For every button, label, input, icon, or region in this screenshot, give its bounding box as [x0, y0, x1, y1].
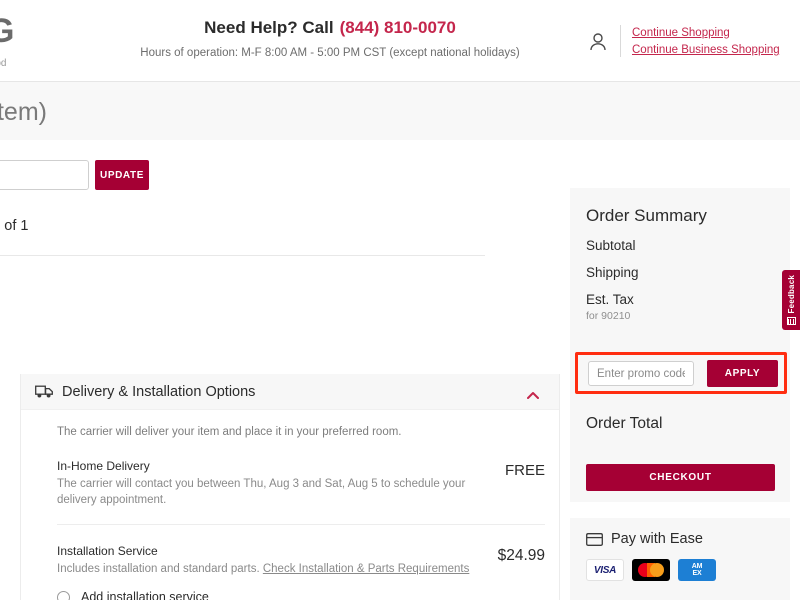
amex-line-1: AM: [691, 562, 703, 570]
in-home-delivery-desc: The carrier will contact you between Thu…: [57, 478, 466, 506]
header-divider: [620, 25, 621, 57]
radio-button-icon[interactable]: [57, 590, 70, 600]
feedback-bars-icon: [786, 317, 796, 326]
site-header: G Good Need Help? Call (844) 810-0070 Hou…: [0, 0, 800, 82]
content-divider: [0, 255, 485, 256]
in-home-delivery-option: In-Home Delivery The carrier will contac…: [57, 458, 545, 508]
promo-code-input[interactable]: [588, 361, 694, 386]
header-links: Continue Shopping Continue Business Shop…: [632, 25, 780, 59]
summary-line-shipping: Shipping: [586, 265, 639, 280]
checkout-button[interactable]: CHECKOUT: [586, 464, 775, 491]
help-phone-number[interactable]: (844) 810-0070: [340, 18, 456, 37]
zip-code-input[interactable]: [0, 160, 89, 190]
order-total-label: Order Total: [586, 415, 663, 432]
in-home-delivery-price: FREE: [504, 462, 545, 479]
installation-desc-text: Includes installation and standard parts…: [57, 563, 260, 575]
installation-service-price: $24.99: [497, 547, 545, 564]
person-icon[interactable]: [588, 31, 608, 53]
visa-logo: VISA: [586, 559, 624, 581]
mastercard-logo: [632, 559, 670, 581]
logo-mark: G: [0, 14, 14, 50]
help-prefix-text: Need Help? Call: [204, 18, 334, 37]
cart-item-count: (1 item): [0, 98, 47, 126]
installation-service-title: Installation Service: [57, 544, 158, 558]
tax-zip-note: for 90210: [586, 310, 631, 322]
add-installation-label: Add installation service: [81, 590, 209, 600]
cart-page: G Good Need Help? Call (844) 810-0070 Hou…: [0, 0, 800, 600]
help-call-line: Need Help? Call (844) 810-0070: [120, 18, 540, 38]
update-button[interactable]: UPDATE: [95, 160, 149, 190]
pay-with-ease-header: Pay with Ease: [570, 518, 790, 547]
installation-service-desc: Includes installation and standard parts…: [57, 561, 475, 577]
help-block: Need Help? Call (844) 810-0070 Hours of o…: [120, 18, 540, 59]
accepted-cards-list: VISA AM EX: [570, 547, 790, 581]
installation-service-option: Installation Service Includes installati…: [57, 543, 545, 600]
delivery-section-header[interactable]: Delivery & Installation Options: [21, 374, 559, 410]
add-installation-radio-row[interactable]: Add installation service: [57, 590, 475, 600]
continue-business-shopping-link[interactable]: Continue Business Shopping: [632, 42, 780, 59]
summary-line-subtotal: Subtotal: [586, 238, 636, 253]
delivery-section-body: The carrier will deliver your item and p…: [21, 410, 559, 600]
amex-line-2: EX: [692, 570, 702, 577]
credit-card-icon: [586, 532, 603, 546]
installation-requirements-link[interactable]: Check Installation & Parts Requirements: [263, 563, 469, 575]
delivery-section-title: Delivery & Installation Options: [62, 383, 256, 400]
chevron-up-icon[interactable]: [527, 387, 539, 399]
continue-shopping-link[interactable]: Continue Shopping: [632, 25, 780, 42]
logo-tagline: Good: [0, 58, 7, 69]
apply-promo-button[interactable]: APPLY: [707, 360, 778, 387]
cart-title-band: [0, 82, 800, 140]
delivery-installation-card: Delivery & Installation Options The carr…: [20, 374, 560, 600]
hours-of-operation: Hours of operation: M-F 8:00 AM - 5:00 P…: [140, 47, 520, 59]
pay-with-ease-title: Pay with Ease: [611, 531, 703, 547]
amex-logo: AM EX: [678, 559, 716, 581]
delivery-truck-icon: [35, 384, 54, 399]
page-title: rt (1 item): [0, 98, 47, 127]
feedback-label: Feedback: [786, 274, 796, 314]
pay-with-ease-card: Pay with Ease VISA AM EX: [570, 518, 790, 600]
in-home-delivery-title: In-Home Delivery: [57, 459, 150, 473]
feedback-tab[interactable]: Feedback: [782, 270, 800, 330]
option-separator: [57, 524, 545, 525]
carrier-note: The carrier will deliver your item and p…: [57, 426, 402, 438]
lg-logo[interactable]: G Good: [0, 14, 40, 70]
order-summary-title: Order Summary: [586, 206, 707, 225]
summary-line-est-tax: Est. Tax: [586, 292, 634, 307]
shipment-label: ent 1 of 1: [0, 218, 29, 234]
